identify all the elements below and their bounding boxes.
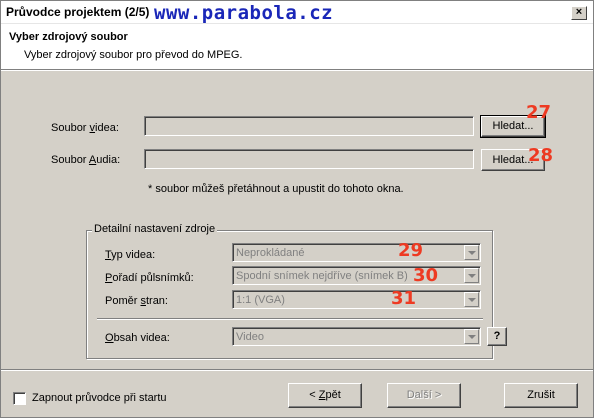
cancel-button[interactable]: Zrušit xyxy=(504,383,578,408)
audio-file-label: Soubor Audia: xyxy=(51,154,121,166)
drop-hint-text: * soubor můžeš přetáhnout a upustit do t… xyxy=(148,183,404,195)
next-button[interactable]: Další > xyxy=(387,383,461,408)
close-button[interactable]: × xyxy=(571,6,587,20)
chevron-down-icon[interactable] xyxy=(464,245,479,260)
footer-divider xyxy=(1,369,593,370)
wizard-window: Průvodce projektem (2/5) www.parabola.cz… xyxy=(0,0,594,418)
aspect-ratio-label: Poměr stran: xyxy=(105,295,168,307)
window-title: Průvodce projektem (2/5) xyxy=(6,5,150,19)
video-file-label: Soubor videa: xyxy=(51,122,119,134)
video-content-select[interactable]: Video xyxy=(232,327,481,346)
wizard-header: Vyber zdrojový soubor Vyber zdrojový sou… xyxy=(1,24,593,70)
aspect-ratio-value: 1:1 (VGA) xyxy=(236,294,285,306)
video-type-value: Neprokládané xyxy=(236,247,305,259)
help-button[interactable]: ? xyxy=(487,327,507,346)
chevron-down-icon[interactable] xyxy=(464,268,479,283)
page-subtitle: Vyber zdrojový soubor pro převod do MPEG… xyxy=(24,49,243,61)
callout-badge-30: 30 xyxy=(413,265,439,286)
aspect-ratio-select[interactable]: 1:1 (VGA) xyxy=(232,290,481,309)
source-details-title: Detailní nastavení zdroje xyxy=(92,223,218,235)
callout-badge-27: 27 xyxy=(526,102,552,123)
watermark-text: www.parabola.cz xyxy=(154,2,334,24)
chevron-down-icon[interactable] xyxy=(464,329,479,344)
title-bar[interactable]: Průvodce projektem (2/5) www.parabola.cz… xyxy=(1,1,593,24)
details-divider xyxy=(97,318,483,319)
field-order-select[interactable]: Spodní snímek nejdříve (snímek B) xyxy=(232,266,481,285)
startup-checkbox-label[interactable]: Zapnout průvodce při startu xyxy=(32,392,167,404)
callout-badge-29: 29 xyxy=(398,240,424,261)
back-button[interactable]: < Zpět xyxy=(288,383,362,408)
chevron-down-icon[interactable] xyxy=(464,292,479,307)
page-title: Vyber zdrojový soubor xyxy=(9,31,128,43)
field-order-label: Pořadí půlsnímků: xyxy=(105,272,194,284)
audio-file-input[interactable] xyxy=(144,149,474,169)
video-content-value: Video xyxy=(236,331,264,343)
video-type-label: Typ videa: xyxy=(105,249,156,261)
callout-badge-28: 28 xyxy=(528,145,554,166)
video-type-select[interactable]: Neprokládané xyxy=(232,243,481,262)
field-order-value: Spodní snímek nejdříve (snímek B) xyxy=(236,270,408,282)
startup-checkbox[interactable] xyxy=(13,392,26,405)
video-file-input[interactable] xyxy=(144,116,474,136)
video-content-label: Obsah videa: xyxy=(105,332,170,344)
close-icon: × xyxy=(575,6,583,18)
callout-badge-31: 31 xyxy=(391,288,417,309)
header-divider xyxy=(1,70,593,71)
